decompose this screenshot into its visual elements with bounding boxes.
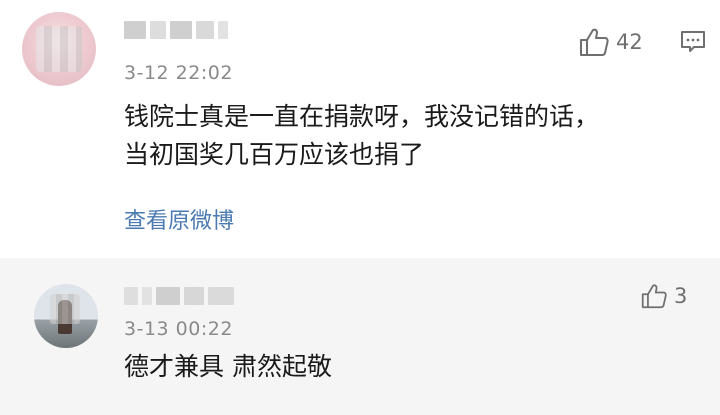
comment-text-line: 当初国奖几百万应该也捐了 (124, 140, 425, 169)
comment-timestamp: 3-13 00:22 (124, 318, 233, 340)
like-button[interactable]: 3 (640, 283, 687, 309)
avatar-mosaic (36, 26, 82, 72)
comment-text: 德才兼具 肃然起敬 (124, 352, 332, 381)
comment-icon (681, 31, 705, 52)
like-count: 42 (616, 30, 643, 54)
thumbs-up-icon (580, 28, 609, 56)
username-blurred[interactable] (124, 284, 236, 308)
view-original-link[interactable]: 查看原微博 (124, 203, 234, 235)
avatar-mosaic (50, 294, 80, 324)
comment-text-line: 钱院士真是一直在捐款呀，我没记错的话， (124, 102, 600, 131)
comment-timestamp: 3-12 22:02 (124, 62, 233, 84)
comment-item: 3-12 22:02 42 钱院士真是一直在捐款呀，我没记错的话， 当初国奖几百… (0, 0, 720, 258)
like-button[interactable]: 42 (578, 27, 643, 57)
avatar[interactable] (34, 284, 98, 348)
avatar[interactable] (22, 12, 96, 86)
like-count: 3 (674, 284, 688, 308)
reply-button[interactable] (680, 30, 706, 58)
comment-item: 3-13 00:22 3 德才兼具 肃然起敬 (0, 258, 720, 415)
comment-text: 钱院士真是一直在捐款呀，我没记错的话， 当初国奖几百万应该也捐了 (124, 98, 684, 174)
username-blurred[interactable] (124, 18, 236, 42)
thumbs-up-icon (641, 284, 667, 309)
